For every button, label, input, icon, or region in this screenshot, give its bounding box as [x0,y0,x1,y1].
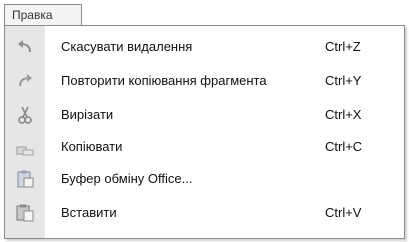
copy-icon [15,138,35,156]
menu-item-undo-shortcut: Ctrl+Z [325,39,361,54]
menu-item-paste-label: Вставити [61,205,117,220]
menu-bar: Правка [0,0,409,26]
menu-item-cut-label: Вирізати [61,107,114,122]
paste-icon [15,204,35,222]
scissors-icon [15,106,35,124]
menu-item-cut-shortcut: Ctrl+X [325,107,362,122]
menu-item-redo-shortcut: Ctrl+Y [325,73,362,88]
menu-item-copy[interactable]: Копіювати Ctrl+C [5,132,404,162]
undo-icon [15,38,35,56]
menu-item-redo[interactable]: Повторити копіювання фрагмента Ctrl+Y [5,66,404,96]
menu-item-paste-shortcut: Ctrl+V [325,205,362,220]
menu-item-office-clipboard-label: Буфер обміну Office... [61,171,193,186]
menu-item-redo-label: Повторити копіювання фрагмента [61,73,267,88]
menu-item-copy-shortcut: Ctrl+C [325,139,363,154]
menu-item-undo[interactable]: Скасувати видалення Ctrl+Z [5,32,404,62]
menu-edit-label: Правка [12,8,53,22]
menu-item-paste[interactable]: Вставити Ctrl+V [5,198,404,228]
menu-edit[interactable]: Правка [4,4,82,26]
clipboard-icon [15,170,35,188]
menu-item-copy-label: Копіювати [61,139,123,154]
edit-dropdown-menu: Скасувати видалення Ctrl+Z Повторити коп… [4,25,405,239]
menu-item-cut[interactable]: Вирізати Ctrl+X [5,100,404,130]
menu-item-undo-label: Скасувати видалення [61,39,193,54]
redo-icon [15,72,35,90]
menu-item-office-clipboard[interactable]: Буфер обміну Office... [5,164,404,194]
